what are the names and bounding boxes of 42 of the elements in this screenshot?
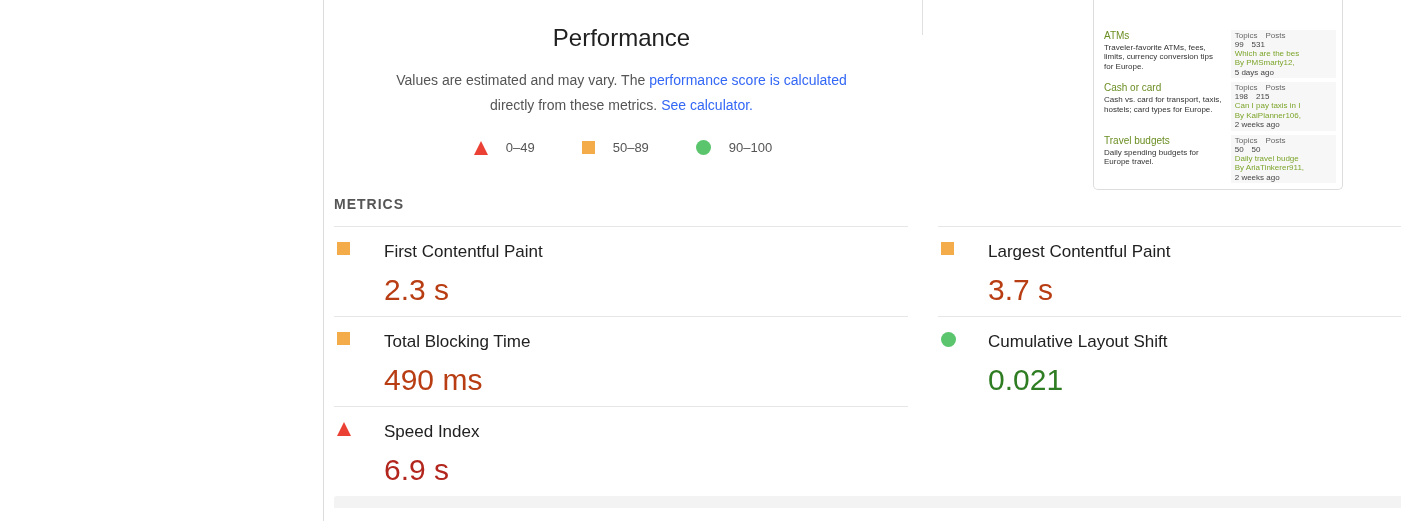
text-link[interactable]: performance score is calculated	[649, 72, 847, 88]
legend-label: 50–89	[612, 140, 649, 155]
metric-label: Total Blocking Time	[384, 332, 532, 352]
category-description: Daily spending budgets for Europe travel.	[1104, 147, 1200, 167]
latest-post-author: By PMSmarty12,	[1234, 58, 1296, 68]
metric-value: 0.021	[988, 363, 1065, 398]
legend-label: 0–49	[505, 140, 535, 155]
category-title: ATMs	[1104, 29, 1131, 41]
stat-label: Posts	[1265, 135, 1286, 145]
stat-number: 50	[1251, 144, 1261, 154]
section-title: Performance	[552, 24, 691, 52]
metric-value: 490 ms	[384, 363, 484, 398]
category-description: Traveler-favorite ATMs, fees, limits, currency conversion tips for Europe.	[1104, 42, 1214, 71]
latest-post-time: 5 days ago	[1234, 67, 1275, 77]
metric-label: Cumulative Layout Shift	[988, 332, 1169, 352]
stat-label: Topics	[1234, 135, 1258, 145]
latest-post-author: By KaiPlanner106,	[1234, 110, 1302, 120]
stat-label: Topics	[1234, 30, 1258, 40]
description-text: Values are estimated and may vary. The performance score is calculated directly from these metrics. See calculator.	[395, 71, 848, 115]
stat-label: Posts	[1265, 83, 1286, 92]
stat-number: 99	[1234, 39, 1244, 49]
stat-number: 531	[1251, 39, 1265, 49]
stat-label: Topics	[1234, 83, 1258, 92]
metric-value: 2.3 s	[384, 273, 451, 308]
legend-label: 90–100	[728, 140, 773, 155]
category-description: Cash vs. card for transport, taxis, hostels; card types for Europe.	[1104, 95, 1223, 114]
metric-value: 3.7 s	[988, 273, 1055, 308]
metrics-heading: METRICS	[334, 195, 405, 214]
stat-number: 215	[1256, 92, 1270, 101]
metric-label: Speed Index	[384, 422, 481, 442]
category-title: Cash or card	[1104, 82, 1163, 93]
metric-value: 6.9 s	[384, 453, 451, 488]
text-link[interactable]: See calculator.	[661, 97, 753, 113]
stat-number: 50	[1234, 144, 1244, 154]
metric-label: Largest Contentful Paint	[988, 242, 1172, 262]
latest-post-author: By AriaTinkerer911,	[1234, 163, 1306, 173]
stat-number: 198	[1234, 92, 1249, 101]
latest-post-time: 2 weeks ago	[1234, 120, 1281, 130]
stat-label: Posts	[1265, 30, 1286, 40]
category-title: Travel budgets	[1104, 134, 1171, 146]
metric-label: First Contentful Paint	[384, 242, 544, 262]
latest-post-time: 2 weeks ago	[1234, 172, 1281, 182]
